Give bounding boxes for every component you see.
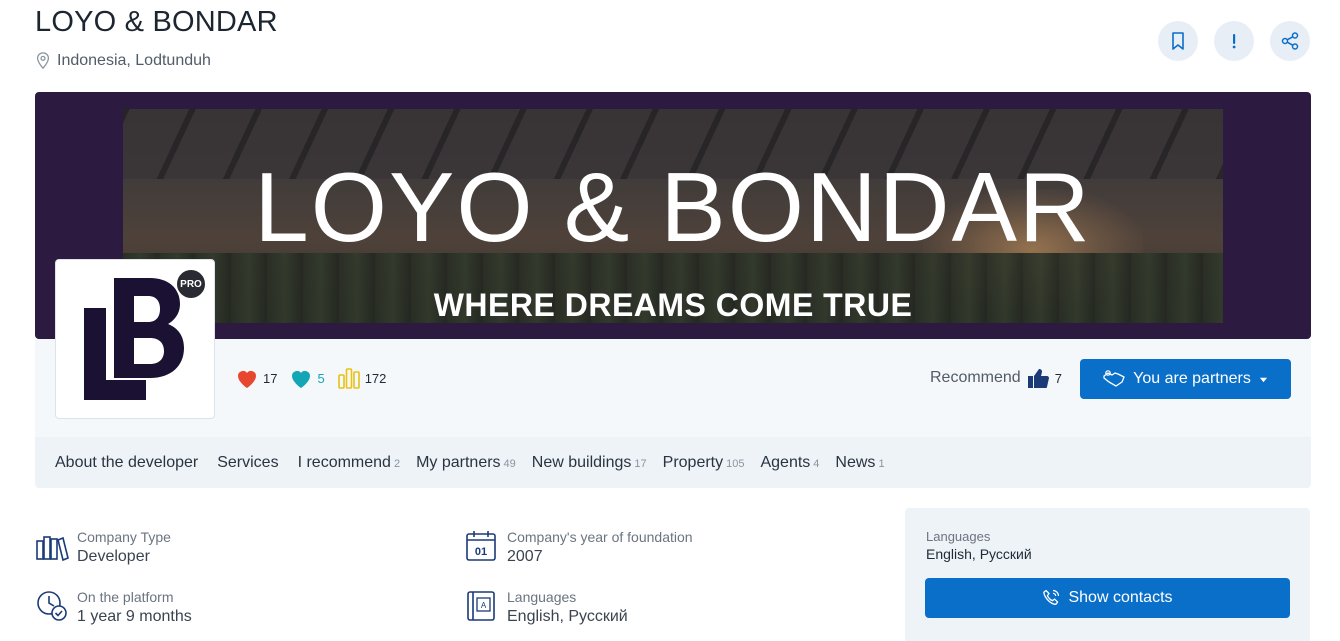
profile-tabs: About the developer Services I recommend…: [35, 437, 1311, 488]
svg-text:A: A: [481, 601, 487, 610]
heart-icon: [238, 371, 256, 388]
tab-new-buildings[interactable]: New buildings 17: [532, 454, 647, 472]
report-button[interactable]: [1214, 21, 1254, 61]
foundation-label: Company's year of foundation: [507, 529, 693, 545]
tab-my-partners[interactable]: My partners 49: [416, 454, 516, 472]
languages-value: English, Русский: [507, 608, 628, 625]
books-icon: [36, 536, 69, 562]
tab-i-recommend[interactable]: I recommend 2: [298, 454, 401, 472]
bookmark-button[interactable]: [1158, 21, 1198, 61]
company-type-value: Developer: [77, 548, 150, 565]
teal-heart-icon: [292, 371, 311, 388]
views-count: 172: [364, 370, 387, 386]
foundation-info: 01 Company's year of foundation 2007: [465, 529, 693, 567]
company-type-info: Company Type Developer: [35, 529, 171, 567]
partners-button[interactable]: You are partners: [1080, 359, 1291, 399]
favorites-count: 5: [317, 370, 325, 386]
languages-label: Languages: [507, 589, 577, 605]
lb-logo-icon: [84, 278, 184, 400]
banner-photo: LOYO & BONDAR WHERE DREAMS COME TRUE: [123, 109, 1223, 323]
share-icon: [1281, 32, 1299, 50]
languages-info: A Languages English, Русский: [465, 589, 628, 627]
banner-subtitle: WHERE DREAMS COME TRUE: [433, 287, 913, 323]
location-pin-icon: [36, 52, 50, 70]
pro-badge: PRO: [175, 268, 207, 300]
svg-text:01: 01: [475, 546, 487, 558]
platform-info: On the platform 1 year 9 months: [35, 589, 192, 627]
show-contacts-button[interactable]: Show contacts: [925, 578, 1290, 618]
page-title: LOYO & BONDAR: [35, 6, 278, 38]
company-type-label: Company Type: [77, 529, 171, 545]
location-text: Indonesia, Lodtunduh: [57, 52, 211, 69]
caret-down-icon: [1259, 377, 1267, 382]
views-stat: 172: [337, 367, 387, 389]
platform-label: On the platform: [77, 589, 174, 605]
tab-property[interactable]: Property 105: [663, 454, 745, 472]
panel-languages-value: English, Русский: [926, 546, 1032, 562]
translate-book-icon: A: [467, 591, 495, 621]
tab-about[interactable]: About the developer: [55, 454, 201, 472]
contact-panel: Languages English, Русский Show contacts: [905, 508, 1310, 641]
bookmark-icon: [1172, 32, 1184, 50]
recommend[interactable]: Recommend 7: [930, 367, 1062, 389]
tab-services[interactable]: Services: [217, 454, 281, 472]
location: Indonesia, Lodtunduh: [35, 52, 211, 70]
recommend-label: Recommend: [930, 369, 1021, 386]
company-logo[interactable]: PRO: [55, 259, 215, 419]
share-button[interactable]: [1270, 21, 1310, 61]
banner-title: LOYO & BONDAR: [254, 152, 1092, 262]
tab-news[interactable]: News 1: [835, 454, 884, 472]
clock-check-icon: [37, 591, 67, 621]
handshake-icon: [1103, 370, 1125, 387]
thumbs-up-icon: [1027, 369, 1049, 388]
recommend-count: 7: [1054, 370, 1062, 386]
phone-icon: [1043, 589, 1060, 605]
calendar-icon: 01: [466, 531, 496, 561]
likes-stat[interactable]: 17: [235, 367, 277, 389]
exclamation-icon: [1232, 34, 1236, 49]
tab-agents[interactable]: Agents 4: [760, 454, 819, 472]
cover-banner: LOYO & BONDAR WHERE DREAMS COME TRUE: [35, 92, 1311, 339]
favorites-stat[interactable]: 5: [289, 367, 325, 389]
likes-count: 17: [263, 370, 278, 386]
platform-value: 1 year 9 months: [77, 608, 192, 625]
panel-languages-label: Languages: [926, 529, 991, 544]
partners-label: You are partners: [1133, 370, 1251, 387]
show-contacts-label: Show contacts: [1068, 589, 1173, 606]
bar-chart-icon: [337, 368, 360, 389]
foundation-value: 2007: [507, 548, 543, 565]
stats-bar: 17 5 172: [235, 367, 386, 389]
